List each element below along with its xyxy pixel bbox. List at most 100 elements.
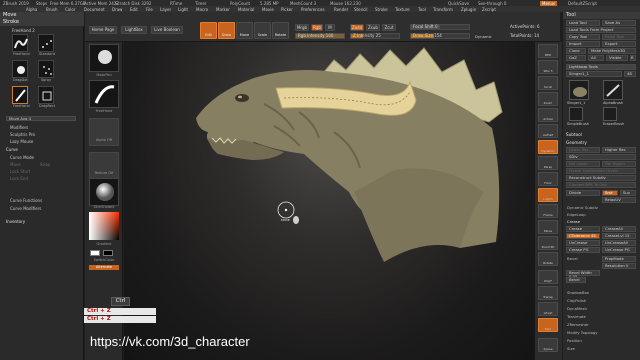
alternate-button[interactable]: Alternate <box>89 265 119 270</box>
menu-brush[interactable]: Brush <box>46 7 58 12</box>
menu-file[interactable]: File <box>146 7 153 12</box>
lightbox-tools-button[interactable]: Lightbox▸ Tools <box>566 64 636 70</box>
color-picker[interactable] <box>89 212 119 240</box>
sdiv-slider[interactable]: SDiv <box>566 154 636 160</box>
tool-thumbnail-simplebrush[interactable] <box>569 107 583 121</box>
move-mode-button[interactable]: Move <box>236 22 253 39</box>
move-avg-slider[interactable]: Move Avg 4 <box>6 116 76 121</box>
make-polymesh-button[interactable]: Make PolyMesh3D <box>588 48 636 54</box>
all-button[interactable]: All <box>588 55 604 61</box>
menu-layer[interactable]: Layer <box>160 7 171 12</box>
visible-button[interactable]: Visible <box>606 55 628 61</box>
zoom3d-button[interactable]: Zoom3D <box>538 236 558 250</box>
shadowbox-item[interactable]: ShadowBox <box>567 290 589 295</box>
curve-functions-item[interactable]: Curve Functions <box>10 198 42 203</box>
del-higher-button[interactable]: Del Higher <box>602 161 636 167</box>
tool-thumbnail-eraserbrush[interactable] <box>603 107 617 121</box>
main-color-swatch[interactable] <box>90 250 100 256</box>
menus-button[interactable]: Menus <box>540 0 558 6</box>
menu-edit[interactable]: Edit <box>130 7 138 12</box>
menu-draw[interactable]: Draw <box>112 7 122 12</box>
menu-preferences[interactable]: Preferences <box>301 7 325 12</box>
menu-texture[interactable]: Texture <box>395 7 410 12</box>
freeze-subdiv-button[interactable]: Freeze SubDivision Levels <box>566 168 636 174</box>
geometry-section[interactable]: Geometry <box>566 140 587 145</box>
menu-zscript[interactable]: Zscript <box>482 7 496 12</box>
bevel-button[interactable]: Bevel <box>566 277 586 283</box>
lower-res-button[interactable]: Lower Res <box>566 147 600 153</box>
tool-thumbnail-alphabrush[interactable] <box>603 80 623 100</box>
m-button[interactable]: M <box>325 24 335 31</box>
subtool-section[interactable]: Subtool <box>566 132 582 137</box>
sculptris-pro-item[interactable]: Sculptris Pro <box>10 132 35 137</box>
dynamic-button[interactable]: Dynamic <box>538 140 558 154</box>
propmode-button[interactable]: PropMode <box>602 256 636 262</box>
menu-color[interactable]: Color <box>65 7 75 12</box>
live-boolean-button[interactable]: Live Boolean <box>151 26 183 34</box>
draw-mode-button[interactable]: Draw <box>218 22 235 39</box>
smt-toggle[interactable]: Smt <box>602 190 618 196</box>
menu-picker[interactable]: Picker <box>281 7 293 12</box>
move-item[interactable]: Move <box>10 162 21 167</box>
stroke-tile-freehand[interactable]: FreeHand <box>12 34 30 56</box>
curve-mode-item[interactable]: Curve Mode <box>10 155 34 160</box>
menu-alpha[interactable]: Alpha <box>26 7 37 12</box>
crease-section[interactable]: Crease <box>567 219 580 224</box>
home-page-button[interactable]: Home Page <box>89 26 117 34</box>
floor-button[interactable]: Floor <box>538 172 558 186</box>
texture-tile[interactable] <box>89 152 119 180</box>
z-intensity-slider[interactable]: Z Intensity 25 <box>350 33 400 39</box>
clone-button[interactable]: Clone <box>566 48 586 54</box>
uncrease-pg-button[interactable]: UnCrease PG <box>602 247 636 253</box>
lock-end-item[interactable]: Lock End <box>10 176 28 181</box>
stroke-tile-standard[interactable]: Standard <box>38 34 55 56</box>
claypolish-item[interactable]: ClayPolish <box>567 298 586 303</box>
load-tool-button[interactable]: Load Tool <box>566 20 600 26</box>
xpose-button[interactable]: Xpose <box>538 338 558 352</box>
menu-document[interactable]: Document <box>84 7 105 12</box>
rgb-button[interactable]: Rgb <box>311 24 323 31</box>
menu-material[interactable]: Material <box>238 7 254 12</box>
menu-stroke[interactable]: Stroke <box>375 7 388 12</box>
tool-thumbnail-slinger[interactable] <box>569 80 589 100</box>
draw-size-slider[interactable]: Draw Size 154 <box>410 33 470 39</box>
paste-tool-button[interactable]: Paste Tool <box>602 34 636 40</box>
suv-toggle[interactable]: Suv <box>620 190 636 196</box>
resolution-slider[interactable]: Resolution 0 <box>602 263 636 269</box>
position-item[interactable]: Position <box>567 338 582 343</box>
higher-res-button[interactable]: Higher Res <box>602 147 636 153</box>
bevel-section[interactable]: Bevel <box>567 256 578 261</box>
zremesher-item[interactable]: ZRemesher <box>567 322 589 327</box>
rgb-intensity-slider[interactable]: Rgb Intensity 100 <box>295 33 345 39</box>
relaxuv-toggle[interactable]: RelaxUV <box>602 197 636 203</box>
menu-marker[interactable]: Marker <box>216 7 230 12</box>
brush-header[interactable]: Move <box>0 12 84 19</box>
inventory-section[interactable]: Inventory <box>6 219 25 224</box>
polyf-button[interactable]: PolyF <box>538 270 558 284</box>
solo-button[interactable]: Solo <box>538 318 558 332</box>
bpr-button[interactable]: BPR <box>538 44 558 58</box>
uncrease-all-button[interactable]: UnCreaseAll <box>602 240 636 246</box>
ctolerance-slider[interactable]: CTolerance 45 <box>566 233 600 239</box>
freehand-tile[interactable] <box>89 80 119 108</box>
rotate-mode-button[interactable]: Rotate <box>272 22 289 39</box>
export-button[interactable]: Export <box>602 41 636 47</box>
tool-panel-header[interactable]: Tool <box>563 12 640 19</box>
import-button[interactable]: Import <box>566 41 600 47</box>
creaselvl-slider[interactable]: CreaseLvl 15 <box>602 233 636 239</box>
curve-modifiers-item[interactable]: Curve Modifiers <box>10 206 41 211</box>
menu-tool[interactable]: Tool <box>418 7 426 12</box>
bevel-width-slider[interactable]: Bevel Width 0.05 <box>566 270 600 279</box>
mask-pen-tile[interactable] <box>89 44 119 72</box>
tessimate-item[interactable]: Tessimate <box>567 314 586 319</box>
stroke-tile-freehand-selected[interactable]: FreeHand <box>12 86 30 108</box>
switchcolor-label[interactable]: SwitchColor <box>85 258 123 262</box>
load-tools-from-project-button[interactable]: Load Tools From Project <box>566 27 636 33</box>
menu-light[interactable]: Light <box>178 7 188 12</box>
zoom-button[interactable]: Zoom <box>538 92 558 106</box>
transp-button[interactable]: Transp <box>538 286 558 300</box>
zcut-button[interactable]: Zcut <box>382 24 396 31</box>
crease-all-button[interactable]: CreaseAll <box>602 226 636 232</box>
crease-pg-button[interactable]: Crease PG <box>566 247 600 253</box>
stroke-tile-dragdot[interactable]: DragDot <box>12 60 28 82</box>
